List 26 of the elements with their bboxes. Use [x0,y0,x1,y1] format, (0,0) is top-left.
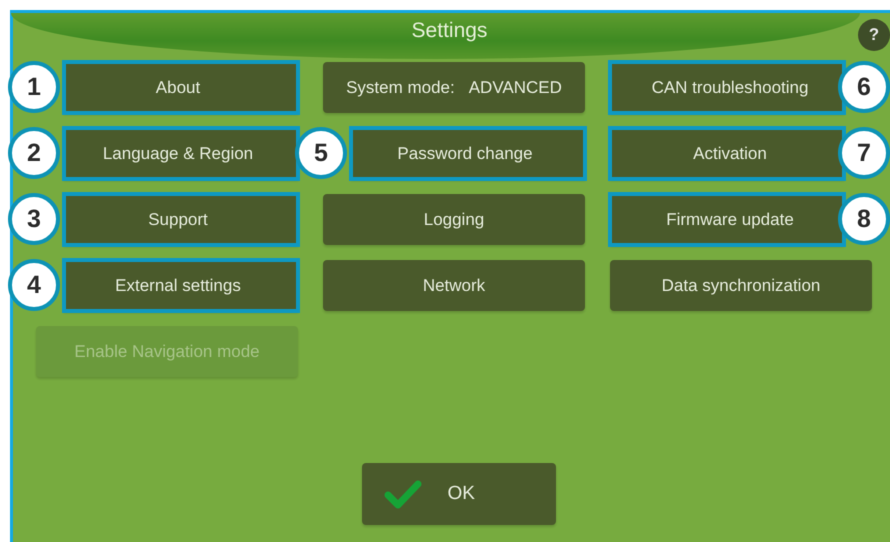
window-title: Settings [412,19,488,44]
settings-button[interactable]: Language & Region [64,128,298,179]
settings-button[interactable]: Logging [323,194,585,245]
callout-badge: 4 [8,259,60,311]
ok-button[interactable]: OK [362,463,556,525]
settings-button[interactable]: CAN troubleshooting [610,62,844,113]
callout-badge: 5 [295,127,347,179]
settings-button[interactable]: Activation [610,128,844,179]
callout-badge: 3 [8,193,60,245]
callout-badge: 6 [838,61,890,113]
callout-badge: 1 [8,61,60,113]
settings-button[interactable]: Network [323,260,585,311]
settings-button[interactable]: External settings [64,260,298,311]
mode-value: ADVANCED [468,78,562,98]
settings-button[interactable]: Password change [351,128,585,179]
settings-button[interactable]: About [64,62,298,113]
callout-badge: 7 [838,127,890,179]
settings-button[interactable]: Support [64,194,298,245]
system-mode-button[interactable]: System mode: ADVANCED [323,62,585,113]
settings-button[interactable]: Data synchronization [610,260,872,311]
help-button[interactable]: ? [858,19,890,51]
callout-badge: 2 [8,127,60,179]
mode-label: System mode: [346,78,455,98]
check-icon [384,479,422,509]
callout-badge: 8 [838,193,890,245]
settings-button[interactable]: Firmware update [610,194,844,245]
